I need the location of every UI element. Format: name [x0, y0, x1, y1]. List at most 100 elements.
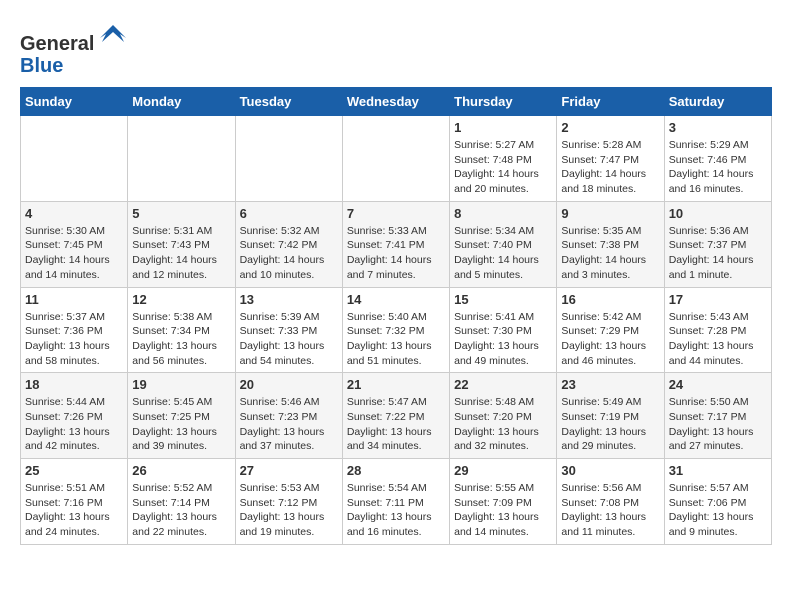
day-number: 2: [561, 120, 659, 135]
day-number: 24: [669, 377, 767, 392]
day-number: 30: [561, 463, 659, 478]
calendar-cell: 19Sunrise: 5:45 AM Sunset: 7:25 PM Dayli…: [128, 373, 235, 459]
day-info: Sunrise: 5:52 AM Sunset: 7:14 PM Dayligh…: [132, 481, 230, 540]
day-number: 6: [240, 206, 338, 221]
day-number: 16: [561, 292, 659, 307]
calendar-cell: 1Sunrise: 5:27 AM Sunset: 7:48 PM Daylig…: [450, 116, 557, 202]
day-info: Sunrise: 5:34 AM Sunset: 7:40 PM Dayligh…: [454, 224, 552, 283]
logo-bird-icon: [98, 20, 128, 50]
calendar-cell: 16 Sunrise: 5:42 AM Sunset: 7:29 PM Dayli…: [557, 287, 664, 373]
day-number: 12: [132, 292, 230, 307]
day-info: Sunrise: 5:51 AM Sunset: 7:16 PM Dayligh…: [25, 481, 123, 540]
day-number: 8: [454, 206, 552, 221]
day-info: Sunrise: 5:53 AM Sunset: 7:12 PM Dayligh…: [240, 481, 338, 540]
calendar-cell: 3 Sunrise: 5:29 AM Sunset: 7:46 PM Daylig…: [664, 116, 771, 202]
day-number: 18: [25, 377, 123, 392]
header-saturday: Saturday: [664, 88, 771, 116]
calendar-cell: 20Sunrise: 5:46 AM Sunset: 7:23 PM Dayli…: [235, 373, 342, 459]
calendar-table: SundayMondayTuesdayWednesdayThursdayFrid…: [20, 87, 772, 545]
day-info: Sunrise: 5:56 AM Sunset: 7:08 PM Dayligh…: [561, 481, 659, 540]
day-info: Sunrise: 5:48 AM Sunset: 7:20 PM Dayligh…: [454, 395, 552, 454]
calendar-cell: 4 Sunrise: 5:30 AM Sunset: 7:45 PM Daylig…: [21, 201, 128, 287]
day-info: Sunrise: 5:32 AM Sunset: 7:42 PM Dayligh…: [240, 224, 338, 283]
calendar-cell: 22 Sunrise: 5:48 AM Sunset: 7:20 PM Dayli…: [450, 373, 557, 459]
calendar-week-1: 1Sunrise: 5:27 AM Sunset: 7:48 PM Daylig…: [21, 116, 772, 202]
day-number: 14: [347, 292, 445, 307]
day-info: Sunrise: 5:54 AM Sunset: 7:11 PM Dayligh…: [347, 481, 445, 540]
calendar-cell: 12 Sunrise: 5:38 AM Sunset: 7:34 PM Dayli…: [128, 287, 235, 373]
calendar-cell: 7 Sunrise: 5:33 AM Sunset: 7:41 PM Daylig…: [342, 201, 449, 287]
day-number: 3: [669, 120, 767, 135]
day-number: 19: [132, 377, 230, 392]
calendar-cell: 9 Sunrise: 5:35 AM Sunset: 7:38 PM Daylig…: [557, 201, 664, 287]
calendar-cell: 11Sunrise: 5:37 AM Sunset: 7:36 PM Dayli…: [21, 287, 128, 373]
calendar-cell: 30 Sunrise: 5:56 AM Sunset: 7:08 PM Dayli…: [557, 459, 664, 545]
calendar-week-3: 11Sunrise: 5:37 AM Sunset: 7:36 PM Dayli…: [21, 287, 772, 373]
calendar-cell: 8 Sunrise: 5:34 AM Sunset: 7:40 PM Daylig…: [450, 201, 557, 287]
day-info: Sunrise: 5:31 AM Sunset: 7:43 PM Dayligh…: [132, 224, 230, 283]
calendar-cell: [342, 116, 449, 202]
header-wednesday: Wednesday: [342, 88, 449, 116]
day-info: Sunrise: 5:55 AM Sunset: 7:09 PM Dayligh…: [454, 481, 552, 540]
day-info: Sunrise: 5:42 AM Sunset: 7:29 PM Dayligh…: [561, 310, 659, 369]
calendar-cell: 2 Sunrise: 5:28 AM Sunset: 7:47 PM Daylig…: [557, 116, 664, 202]
page-header: General Blue: [20, 20, 772, 77]
day-info: Sunrise: 5:30 AM Sunset: 7:45 PM Dayligh…: [25, 224, 123, 283]
day-number: 1: [454, 120, 552, 135]
header-thursday: Thursday: [450, 88, 557, 116]
day-info: Sunrise: 5:39 AM Sunset: 7:33 PM Dayligh…: [240, 310, 338, 369]
calendar-cell: 31 Sunrise: 5:57 AM Sunset: 7:06 PM Dayli…: [664, 459, 771, 545]
day-info: Sunrise: 5:50 AM Sunset: 7:17 PM Dayligh…: [669, 395, 767, 454]
header-monday: Monday: [128, 88, 235, 116]
calendar-cell: 28 Sunrise: 5:54 AM Sunset: 7:11 PM Dayli…: [342, 459, 449, 545]
day-number: 15: [454, 292, 552, 307]
calendar-cell: 6 Sunrise: 5:32 AM Sunset: 7:42 PM Daylig…: [235, 201, 342, 287]
day-number: 21: [347, 377, 445, 392]
calendar-cell: 17 Sunrise: 5:43 AM Sunset: 7:28 PM Dayli…: [664, 287, 771, 373]
logo: General Blue: [20, 20, 128, 77]
calendar-cell: 29 Sunrise: 5:55 AM Sunset: 7:09 PM Dayli…: [450, 459, 557, 545]
day-info: Sunrise: 5:44 AM Sunset: 7:26 PM Dayligh…: [25, 395, 123, 454]
calendar-week-5: 25 Sunrise: 5:51 AM Sunset: 7:16 PM Dayli…: [21, 459, 772, 545]
day-info: Sunrise: 5:29 AM Sunset: 7:46 PM Dayligh…: [669, 138, 767, 197]
day-number: 7: [347, 206, 445, 221]
calendar-cell: 18 Sunrise: 5:44 AM Sunset: 7:26 PM Dayli…: [21, 373, 128, 459]
logo-general: General: [20, 33, 94, 55]
calendar-cell: 23Sunrise: 5:49 AM Sunset: 7:19 PM Dayli…: [557, 373, 664, 459]
day-number: 31: [669, 463, 767, 478]
header-sunday: Sunday: [21, 88, 128, 116]
calendar-week-4: 18 Sunrise: 5:44 AM Sunset: 7:26 PM Dayli…: [21, 373, 772, 459]
day-info: Sunrise: 5:57 AM Sunset: 7:06 PM Dayligh…: [669, 481, 767, 540]
day-number: 22: [454, 377, 552, 392]
calendar-cell: 14Sunrise: 5:40 AM Sunset: 7:32 PM Dayli…: [342, 287, 449, 373]
day-number: 26: [132, 463, 230, 478]
day-number: 25: [25, 463, 123, 478]
day-info: Sunrise: 5:28 AM Sunset: 7:47 PM Dayligh…: [561, 138, 659, 197]
day-info: Sunrise: 5:49 AM Sunset: 7:19 PM Dayligh…: [561, 395, 659, 454]
calendar-cell: 27 Sunrise: 5:53 AM Sunset: 7:12 PM Dayli…: [235, 459, 342, 545]
logo-blue: Blue: [20, 55, 63, 77]
day-number: 27: [240, 463, 338, 478]
day-number: 29: [454, 463, 552, 478]
day-info: Sunrise: 5:33 AM Sunset: 7:41 PM Dayligh…: [347, 224, 445, 283]
day-number: 4: [25, 206, 123, 221]
calendar-cell: 15Sunrise: 5:41 AM Sunset: 7:30 PM Dayli…: [450, 287, 557, 373]
calendar-cell: [21, 116, 128, 202]
day-number: 17: [669, 292, 767, 307]
calendar-cell: 21 Sunrise: 5:47 AM Sunset: 7:22 PM Dayli…: [342, 373, 449, 459]
calendar-cell: [235, 116, 342, 202]
day-info: Sunrise: 5:35 AM Sunset: 7:38 PM Dayligh…: [561, 224, 659, 283]
calendar-cell: 5Sunrise: 5:31 AM Sunset: 7:43 PM Daylig…: [128, 201, 235, 287]
calendar-cell: 25 Sunrise: 5:51 AM Sunset: 7:16 PM Dayli…: [21, 459, 128, 545]
day-number: 9: [561, 206, 659, 221]
day-number: 28: [347, 463, 445, 478]
day-info: Sunrise: 5:38 AM Sunset: 7:34 PM Dayligh…: [132, 310, 230, 369]
calendar-cell: 13Sunrise: 5:39 AM Sunset: 7:33 PM Dayli…: [235, 287, 342, 373]
day-info: Sunrise: 5:47 AM Sunset: 7:22 PM Dayligh…: [347, 395, 445, 454]
calendar-cell: [128, 116, 235, 202]
calendar-week-2: 4 Sunrise: 5:30 AM Sunset: 7:45 PM Daylig…: [21, 201, 772, 287]
calendar-cell: 26 Sunrise: 5:52 AM Sunset: 7:14 PM Dayli…: [128, 459, 235, 545]
header-friday: Friday: [557, 88, 664, 116]
day-info: Sunrise: 5:36 AM Sunset: 7:37 PM Dayligh…: [669, 224, 767, 283]
day-info: Sunrise: 5:43 AM Sunset: 7:28 PM Dayligh…: [669, 310, 767, 369]
